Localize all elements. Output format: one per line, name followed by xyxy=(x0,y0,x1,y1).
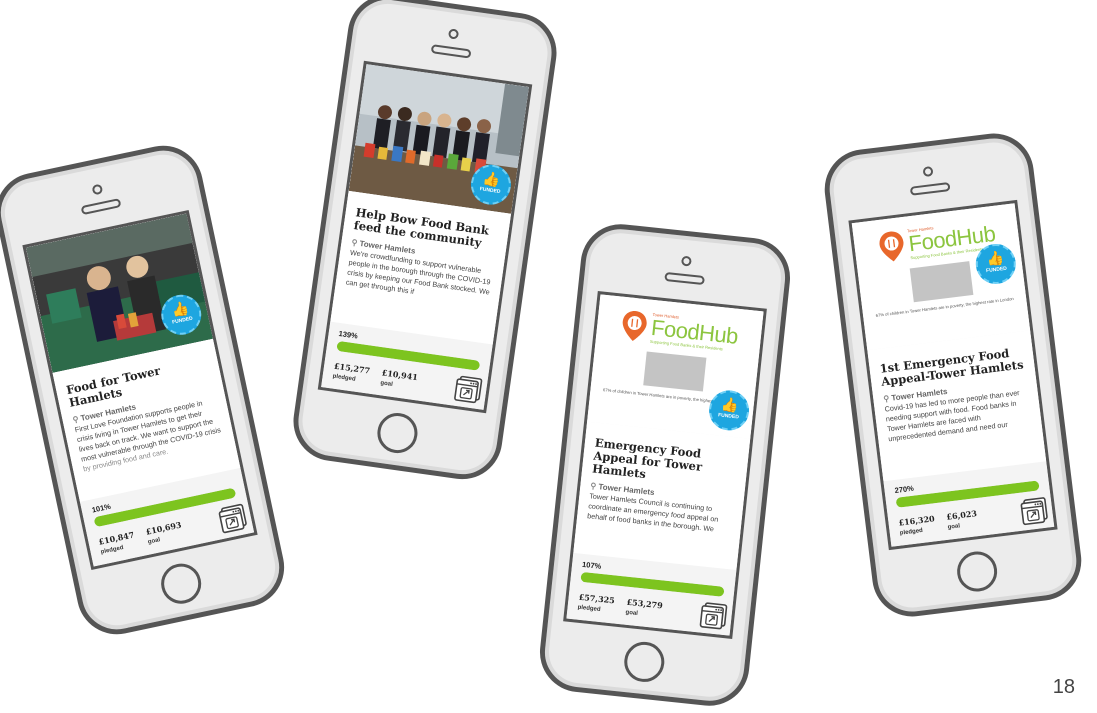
card-body: Help Bow Food Bank feed the community ⚲ … xyxy=(330,190,512,345)
map-pin-icon: ⚲ xyxy=(589,481,597,491)
project-photo: Tower Hamlets FoodHub Supporting Food Ba… xyxy=(587,294,764,439)
goal-stat: £6,023 goal xyxy=(946,508,979,531)
home-button-icon xyxy=(374,410,421,456)
pledged-amount: £16,320 xyxy=(897,513,936,528)
camera-icon xyxy=(447,28,460,40)
camera-icon xyxy=(680,255,692,267)
project-photo: Tower Hamlets FoodHub Supporting Food Ba… xyxy=(851,203,1031,351)
foodhub-logo: Tower Hamlets FoodHub Supporting Food Ba… xyxy=(620,309,740,353)
camera-icon xyxy=(922,165,934,178)
phone-mockup-1: 👍 FUNDED Food for Tower Hamlets ⚲ Tower … xyxy=(0,138,292,642)
phone-screen: 👍 FUNDED Food for Tower Hamlets ⚲ Tower … xyxy=(22,209,258,571)
pledged-stat: £10,847 pledged xyxy=(98,529,137,555)
goal-stat: £10,693 goal xyxy=(145,519,184,545)
project-photo: 👍 FUNDED xyxy=(348,64,529,214)
speaker-icon xyxy=(664,271,705,286)
browser-window-icon xyxy=(454,375,483,404)
pledged-amount: £57,325 xyxy=(578,591,616,606)
project-title[interactable]: Emergency Food Appeal for Tower Hamlets xyxy=(592,436,739,491)
pledged-label: pledged xyxy=(332,373,356,383)
logo-text: Tower Hamlets FoodHub Supporting Food Ba… xyxy=(650,312,740,353)
goal-label: goal xyxy=(947,523,961,531)
map-pin-icon: ⚲ xyxy=(350,237,358,248)
project-card[interactable]: Tower Hamlets FoodHub Supporting Food Ba… xyxy=(566,294,764,636)
home-button-icon xyxy=(157,559,205,608)
card-body: Emergency Food Appeal for Tower Hamlets … xyxy=(573,421,751,571)
pledged-stat: £15,277 pledged xyxy=(332,361,370,385)
map-pin-icon xyxy=(622,311,647,341)
pledged-stat: £57,325 pledged xyxy=(577,592,615,615)
project-card[interactable]: 👍 FUNDED Help Bow Food Bank feed the com… xyxy=(321,64,529,410)
project-card[interactable]: 👍 FUNDED Food for Tower Hamlets ⚲ Tower … xyxy=(25,213,255,567)
goal-amount: £6,023 xyxy=(945,508,978,522)
page-number: 18 xyxy=(1052,676,1075,698)
browser-window-icon xyxy=(699,602,728,630)
speaker-icon xyxy=(909,181,951,196)
funded-badge: 👍 FUNDED xyxy=(707,388,752,433)
project-description: First Love Foundation supports people in… xyxy=(73,398,222,474)
pledged-stat: £16,320 pledged xyxy=(898,513,936,536)
map-pin-icon xyxy=(879,231,904,262)
browser-window-icon xyxy=(1020,497,1048,526)
map-pin-icon: ⚲ xyxy=(882,393,890,404)
pledged-label: pledged xyxy=(577,604,601,614)
goal-stat: £53,279 goal xyxy=(625,597,663,620)
image-placeholder xyxy=(909,261,974,303)
project-card[interactable]: Tower Hamlets FoodHub Supporting Food Ba… xyxy=(851,203,1055,547)
card-body: 1st Emergency Food Appeal-Tower Hamlets … xyxy=(867,330,1047,482)
phone-screen: Tower Hamlets FoodHub Supporting Food Ba… xyxy=(563,291,767,639)
pledged-amount: £15,277 xyxy=(333,360,371,376)
phone-screen: Tower Hamlets FoodHub Supporting Food Ba… xyxy=(848,199,1058,551)
speaker-icon xyxy=(430,44,472,59)
pledged-label: pledged xyxy=(899,527,924,537)
browser-window-icon xyxy=(218,503,247,534)
camera-icon xyxy=(91,183,104,196)
speaker-icon xyxy=(80,198,122,216)
phone-mockup-4: Tower Hamlets FoodHub Supporting Food Ba… xyxy=(820,128,1086,622)
home-button-icon xyxy=(622,639,667,684)
goal-amount: £10,941 xyxy=(381,367,419,383)
goal-stat: £10,941 goal xyxy=(380,367,418,391)
goal-label: goal xyxy=(379,380,394,388)
phone-mockup-3: Tower Hamlets FoodHub Supporting Food Ba… xyxy=(536,220,794,710)
map-pin-icon: ⚲ xyxy=(71,414,80,425)
phone-screen: 👍 FUNDED Help Bow Food Bank feed the com… xyxy=(317,60,533,414)
goal-label: goal xyxy=(625,609,639,617)
logo-caption: 67% of children in Tower Hamlets are in … xyxy=(875,296,1014,318)
phone-mockup-2: 👍 FUNDED Help Bow Food Bank feed the com… xyxy=(288,0,562,485)
image-placeholder xyxy=(643,351,707,392)
home-button-icon xyxy=(954,549,1000,594)
goal-amount: £53,279 xyxy=(626,596,664,611)
